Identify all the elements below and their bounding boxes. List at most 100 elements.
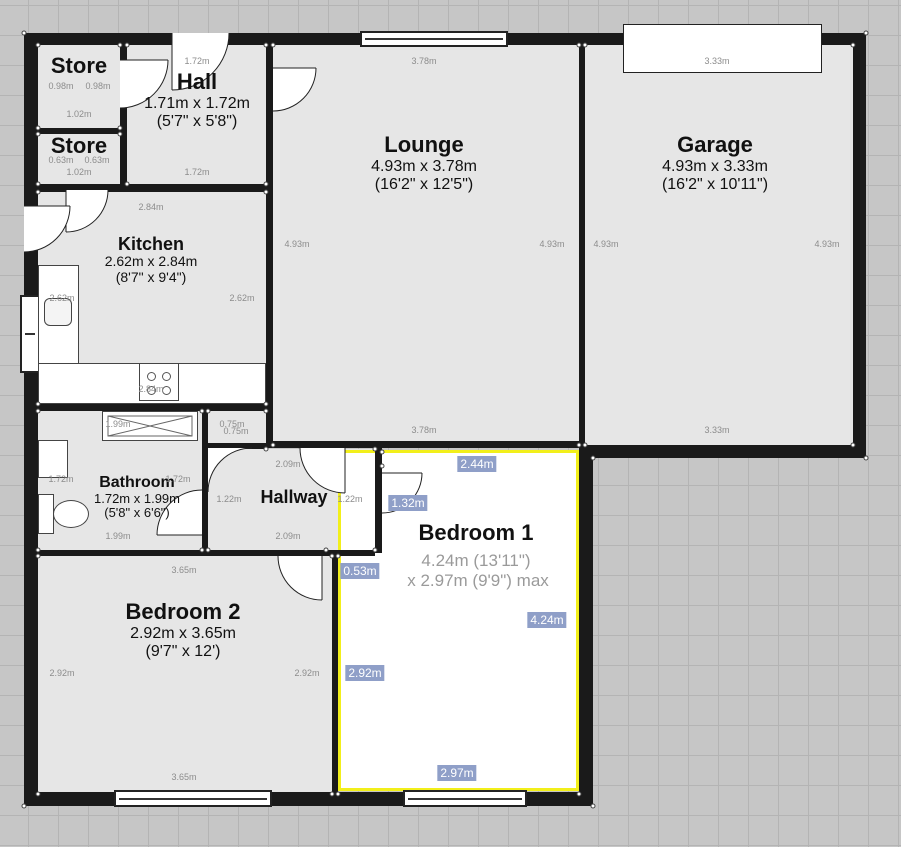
vertex-handle[interactable] (335, 791, 341, 797)
bed1-dim-bottom[interactable]: 2.97m (437, 765, 477, 781)
dim-bed2-right: 2.92m (294, 668, 320, 678)
dim-hallway-left: 1.22m (216, 494, 242, 504)
dim-bath-right: 1.72m (165, 474, 191, 484)
vertex-handle[interactable] (263, 401, 269, 407)
dim-lounge-top: 3.78m (411, 56, 437, 66)
dim-garage-bottom: 3.33m (704, 425, 730, 435)
dim-lounge-bottom: 3.78m (411, 425, 437, 435)
store-upper-label: Store (50, 53, 108, 78)
lounge-label: Lounge 4.93m x 3.78m (16'2" x 12'5") (371, 132, 477, 193)
vertex-handle[interactable] (576, 442, 582, 448)
bathroom-basin (38, 440, 68, 478)
bed1-dim-notch-left[interactable]: 1.32m (388, 495, 428, 511)
vertex-handle[interactable] (35, 189, 41, 195)
vertex-handle[interactable] (850, 42, 856, 48)
vertex-handle[interactable] (335, 553, 341, 559)
vertex-handle[interactable] (21, 803, 27, 809)
vertex-handle[interactable] (323, 547, 329, 553)
vertex-handle[interactable] (35, 42, 41, 48)
vertex-handle[interactable] (582, 42, 588, 48)
vertex-handle[interactable] (124, 42, 130, 48)
vertex-handle[interactable] (270, 442, 276, 448)
vertex-handle[interactable] (35, 401, 41, 407)
dim-store2-a: 0.63m (48, 155, 74, 165)
lounge-door (273, 68, 316, 111)
dim-garage-top: 3.33m (704, 56, 730, 66)
vertex-handle[interactable] (117, 42, 123, 48)
vertex-handle[interactable] (35, 553, 41, 559)
kitchen-label: Kitchen 2.62m x 2.84m (8'7" x 9'4") (104, 234, 198, 285)
vertex-handle[interactable] (117, 125, 123, 131)
vertex-handle[interactable] (35, 547, 41, 553)
store-door-lower (66, 190, 108, 232)
dim-hall-bottom: 1.72m (184, 167, 210, 177)
dim-hallway-bottom: 2.09m (275, 531, 301, 541)
dim-store1-b: 0.98m (85, 81, 111, 91)
vertex-handle[interactable] (205, 547, 211, 553)
vertex-handle[interactable] (372, 547, 378, 553)
vertex-handle[interactable] (117, 131, 123, 137)
vertex-handle[interactable] (850, 442, 856, 448)
bedroom-1-name: Bedroom 1 (418, 520, 534, 545)
vertex-handle[interactable] (576, 42, 582, 48)
vertex-handle[interactable] (863, 30, 869, 36)
vertex-handle[interactable] (35, 791, 41, 797)
dim-hallway-right: 1.22m (337, 494, 363, 504)
garage-label: Garage 4.93m x 3.33m (16'2" x 10'11") (661, 132, 769, 193)
vertex-handle[interactable] (590, 803, 596, 809)
vertex-handle[interactable] (379, 463, 385, 469)
vertex-handle[interactable] (199, 547, 205, 553)
dim-store1-a: 0.98m (48, 81, 74, 91)
vertex-handle[interactable] (263, 408, 269, 414)
dim-bath-top: 1.99m (105, 419, 131, 429)
bedroom-1-size-line1: 4.24m (13'11") (421, 551, 531, 570)
dim-bed2-left: 2.92m (49, 668, 75, 678)
vertex-handle[interactable] (205, 408, 211, 414)
dim-hallway-top: 2.09m (275, 459, 301, 469)
bedroom-1-size-line2: x 2.97m (9'9") max (407, 571, 549, 590)
dim-hall-top: 1.72m (184, 56, 210, 66)
dim-bed2-bottom: 3.65m (171, 772, 197, 782)
vertex-handle[interactable] (263, 189, 269, 195)
dim-closet-b: 0.75m (223, 426, 249, 436)
vertex-handle[interactable] (124, 181, 130, 187)
vertex-handle[interactable] (35, 131, 41, 137)
dim-bath-left: 1.72m (48, 474, 74, 484)
bedroom-2-label: Bedroom 2 2.92m x 3.65m (9'7" x 12') (125, 599, 241, 660)
vertex-handle[interactable] (35, 408, 41, 414)
kitchen-door (24, 206, 70, 252)
vertex-handle[interactable] (263, 42, 269, 48)
vertex-handle[interactable] (263, 446, 269, 452)
bed1-dim-left[interactable]: 2.92m (345, 665, 385, 681)
bed1-dim-right[interactable]: 4.24m (527, 612, 567, 628)
dim-kitchen-right: 2.62m (229, 293, 255, 303)
vertex-handle[interactable] (35, 181, 41, 187)
bedroom-2-door (278, 556, 322, 600)
dim-store2-b: 0.63m (84, 155, 110, 165)
vertex-handle[interactable] (576, 791, 582, 797)
dim-kitchen-bottom: 2.84m (138, 384, 164, 394)
toilet-cistern (38, 494, 54, 534)
vertex-handle[interactable] (35, 125, 41, 131)
vertex-handle[interactable] (329, 791, 335, 797)
vertex-handle[interactable] (329, 553, 335, 559)
bed1-dim-top[interactable]: 2.44m (457, 456, 497, 472)
vertex-handle[interactable] (582, 442, 588, 448)
toilet-bowl (53, 500, 89, 528)
bathroom-door (208, 448, 252, 492)
bed1-dim-notch-step[interactable]: 0.53m (340, 563, 380, 579)
dim-garage-left: 4.93m (593, 239, 619, 249)
floor-plan: Store Store Hall 1.71m x 1.72m (5'7" x 5… (0, 0, 901, 847)
hall-label: Hall 1.71m x 1.72m (5'7" x 5'8") (144, 69, 250, 130)
vertex-handle[interactable] (270, 42, 276, 48)
hallway-label: Hallway (260, 487, 328, 507)
dim-garage-right: 4.93m (814, 239, 840, 249)
kitchen-hob (139, 363, 179, 401)
vertex-handle[interactable] (379, 449, 385, 455)
vertex-handle[interactable] (21, 30, 27, 36)
vertex-handle[interactable] (199, 408, 205, 414)
vertex-handle[interactable] (590, 455, 596, 461)
vertex-handle[interactable] (863, 455, 869, 461)
vertex-handle[interactable] (372, 446, 378, 452)
vertex-handle[interactable] (263, 181, 269, 187)
